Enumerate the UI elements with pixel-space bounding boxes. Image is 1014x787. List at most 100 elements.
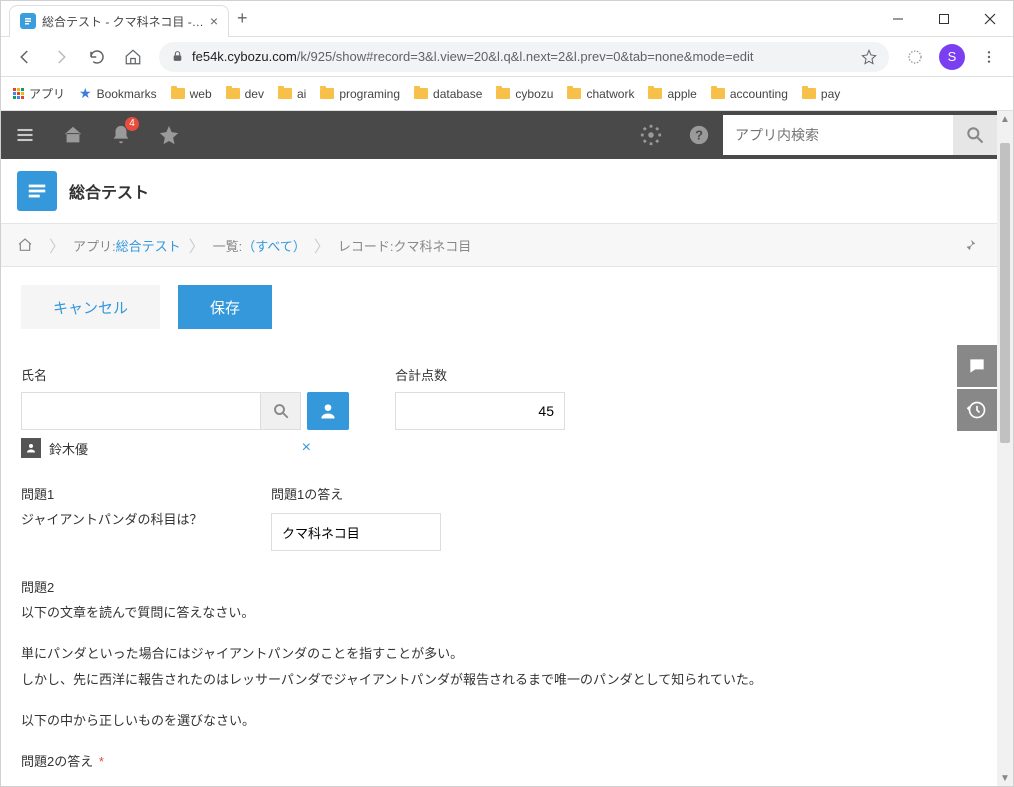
user-avatar-icon: [21, 438, 41, 458]
breadcrumb: 〉 アプリ: 総合テスト 〉 一覧: （すべて） 〉 レコード: クマ科ネコ目: [1, 223, 997, 267]
folder-icon: [802, 88, 816, 99]
score-field-label: 合計点数: [395, 365, 565, 384]
settings-button[interactable]: [627, 111, 675, 159]
browser-tab[interactable]: 総合テスト - クマ科ネコ目 - レコードの ×: [9, 5, 229, 37]
app-search-input[interactable]: [723, 115, 953, 155]
scroll-up-icon[interactable]: ▲: [997, 111, 1013, 127]
notification-badge: 4: [125, 117, 139, 131]
nav-back-button[interactable]: [9, 41, 41, 73]
apps-shortcut[interactable]: アプリ: [13, 85, 65, 102]
cancel-button[interactable]: キャンセル: [21, 285, 160, 329]
profile-avatar[interactable]: S: [939, 44, 965, 70]
bookmark-dev[interactable]: dev: [226, 87, 264, 101]
bookmark-database[interactable]: database: [414, 87, 482, 101]
browser-titlebar: 総合テスト - クマ科ネコ目 - レコードの × +: [1, 1, 1013, 37]
app-content: 4 ? 総合テスト 〉 アプリ: 総合テスト: [1, 111, 997, 786]
help-button[interactable]: ?: [675, 111, 723, 159]
breadcrumb-app-prefix: アプリ:: [73, 236, 116, 255]
folder-icon: [414, 88, 428, 99]
folder-icon: [226, 88, 240, 99]
folder-icon: [711, 88, 725, 99]
bookmark-ai[interactable]: ai: [278, 87, 306, 101]
q1-text: ジャイアントパンダの科目は？: [21, 509, 247, 531]
q1-label: 問題1: [21, 484, 247, 503]
bookmark-pay[interactable]: pay: [802, 87, 840, 101]
breadcrumb-view-prefix: 一覧:: [213, 236, 243, 255]
required-mark: *: [99, 754, 104, 769]
breadcrumb-view-link[interactable]: （すべて）: [242, 236, 306, 255]
q1-answer-input[interactable]: [271, 513, 441, 551]
svg-text:?: ?: [695, 128, 703, 143]
save-button[interactable]: 保存: [178, 285, 272, 329]
folder-icon: [171, 88, 185, 99]
bookmark-star-icon[interactable]: [861, 49, 877, 65]
scroll-down-icon[interactable]: ▼: [997, 770, 1013, 786]
bookmark-chatwork[interactable]: chatwork: [567, 87, 634, 101]
global-topbar: 4 ?: [1, 111, 997, 159]
apps-grid-icon: [13, 88, 24, 99]
nav-forward-button[interactable]: [45, 41, 77, 73]
scroll-thumb[interactable]: [1000, 143, 1010, 443]
tab-close-icon[interactable]: ×: [210, 13, 218, 29]
extension-icon[interactable]: [899, 41, 931, 73]
q2-p2: しかし、先に西洋に報告されたのはレッサーパンダでジャイアントパンダが報告されるま…: [21, 669, 977, 691]
remove-user-icon[interactable]: ×: [302, 439, 311, 457]
breadcrumb-app-link[interactable]: 総合テスト: [116, 236, 181, 255]
breadcrumb-sep-icon: 〉: [314, 233, 330, 257]
favorites-button[interactable]: [145, 111, 193, 159]
bookmark-programing[interactable]: programing: [320, 87, 400, 101]
folder-icon: [278, 88, 292, 99]
url-input[interactable]: fe54k.cybozu.com/k/925/show#record=3&l.v…: [159, 42, 889, 72]
window-maximize-button[interactable]: [921, 1, 967, 37]
bookmark-accounting[interactable]: accounting: [711, 87, 788, 101]
user-picker-input[interactable]: [21, 392, 261, 430]
window-minimize-button[interactable]: [875, 1, 921, 37]
q2-label: 問題2: [21, 577, 977, 596]
tab-title: 総合テスト - クマ科ネコ目 - レコードの: [42, 13, 204, 30]
q2-answer-label: 問題2の答え *: [21, 751, 977, 770]
app-header: 総合テスト: [1, 159, 997, 223]
menu-button[interactable]: [1, 111, 49, 159]
vertical-scrollbar[interactable]: ▲ ▼: [997, 111, 1013, 786]
picked-user-chip: 鈴木優 ×: [21, 438, 371, 458]
record-form: キャンセル 保存 氏名 鈴木優 ×: [1, 267, 997, 786]
history-float-button[interactable]: [957, 389, 997, 431]
folder-icon: [567, 88, 581, 99]
app-title: 総合テスト: [69, 179, 149, 203]
app-search-button[interactable]: [953, 115, 997, 155]
breadcrumb-record-prefix: レコード:: [338, 236, 394, 255]
folder-icon: [320, 88, 334, 99]
user-picker-org-icon[interactable]: [307, 392, 349, 430]
pin-icon[interactable]: [963, 238, 977, 252]
score-input[interactable]: [395, 392, 565, 430]
browser-menu-button[interactable]: [973, 41, 1005, 73]
notifications-button[interactable]: 4: [97, 111, 145, 159]
bookmark-web[interactable]: web: [171, 87, 212, 101]
portal-home-button[interactable]: [49, 111, 97, 159]
breadcrumb-record-name: クマ科ネコ目: [394, 236, 472, 255]
q1-answer-label: 問題1の答え: [271, 484, 441, 503]
breadcrumb-home-icon[interactable]: [9, 237, 41, 253]
new-tab-button[interactable]: +: [237, 8, 248, 29]
name-field-label: 氏名: [21, 365, 371, 384]
bookmark-cybozu[interactable]: cybozu: [496, 87, 553, 101]
q2-instruction: 以下の中から正しいものを選びなさい。: [21, 710, 977, 732]
nav-reload-button[interactable]: [81, 41, 113, 73]
address-bar: fe54k.cybozu.com/k/925/show#record=3&l.v…: [1, 37, 1013, 77]
breadcrumb-sep-icon: 〉: [189, 233, 205, 257]
side-float-panel: [957, 345, 997, 431]
url-path: /k/925/show#record=3&l.view=20&l.q&l.nex…: [297, 49, 754, 64]
bookmarks-bar: アプリ ★Bookmarks web dev ai programing dat…: [1, 77, 1013, 111]
lock-icon: [171, 50, 184, 63]
nav-home-button[interactable]: [117, 41, 149, 73]
user-picker-search-icon[interactable]: [261, 392, 301, 430]
breadcrumb-sep-icon: 〉: [49, 233, 65, 257]
url-domain: fe54k.cybozu.com: [192, 49, 297, 64]
bookmark-apple[interactable]: apple: [648, 87, 696, 101]
q2-intro: 以下の文章を読んで質問に答えなさい。: [21, 602, 977, 624]
bookmark-bookmarks[interactable]: ★Bookmarks: [79, 85, 157, 102]
q2-p1: 単にパンダといった場合にはジャイアントパンダのことを指すことが多い。: [21, 643, 977, 665]
window-close-button[interactable]: [967, 1, 1013, 37]
picked-user-name: 鈴木優: [49, 439, 88, 458]
comments-float-button[interactable]: [957, 345, 997, 387]
